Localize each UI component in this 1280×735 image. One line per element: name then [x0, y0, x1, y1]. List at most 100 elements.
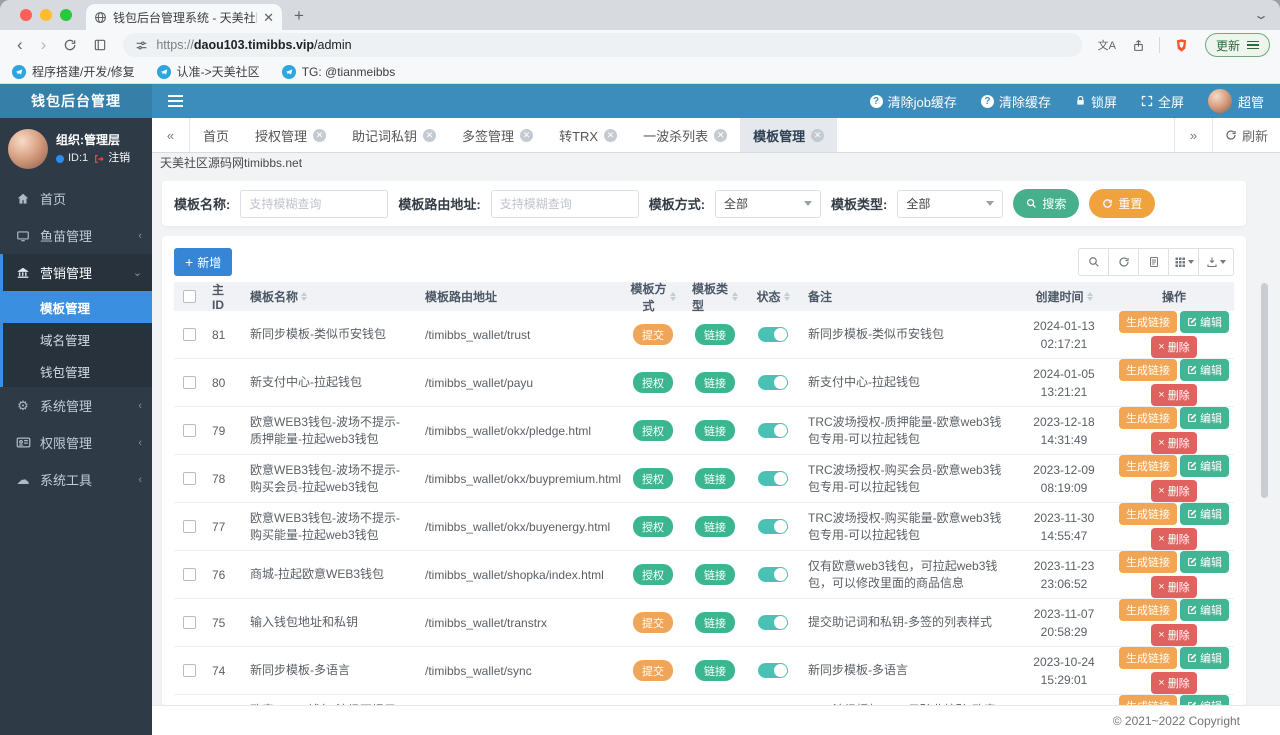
sidebar-item-template-mgmt[interactable]: 模板管理	[3, 291, 152, 323]
logout-link[interactable]: 注销	[108, 150, 130, 168]
page-tab[interactable]: 授权管理 ✕	[242, 118, 339, 152]
status-toggle[interactable]	[758, 663, 788, 678]
table-columns-button[interactable]	[1168, 248, 1199, 276]
site-settings-icon[interactable]	[135, 39, 148, 52]
row-checkbox[interactable]	[182, 664, 196, 677]
tab-close-icon[interactable]: ✕	[423, 128, 437, 142]
edit-button[interactable]: 编辑	[1180, 407, 1229, 429]
tab-close-icon[interactable]: ✕	[263, 11, 274, 24]
tabs-scroll-right-button[interactable]: »	[1173, 118, 1212, 152]
page-tab[interactable]: 助记词私钥 ✕	[339, 118, 449, 152]
col-route[interactable]: 模板路由地址	[417, 288, 622, 305]
page-tab-home[interactable]: 首页	[190, 118, 242, 152]
share-icon[interactable]	[1126, 39, 1151, 52]
lock-screen-button[interactable]: 锁屏	[1075, 92, 1117, 111]
edit-button[interactable]: 编辑	[1180, 647, 1229, 669]
zoom-window-button[interactable]	[60, 9, 72, 21]
row-checkbox[interactable]	[182, 616, 196, 629]
status-toggle[interactable]	[758, 567, 788, 582]
generate-link-button[interactable]: 生成链接	[1119, 551, 1177, 573]
template-name-input[interactable]	[240, 189, 389, 218]
col-type[interactable]: 模板类型	[684, 280, 746, 314]
delete-button[interactable]: × 删除	[1151, 672, 1197, 694]
delete-button[interactable]: × 删除	[1151, 432, 1197, 454]
table-refresh-button[interactable]	[1108, 248, 1139, 276]
tab-close-icon[interactable]: ✕	[811, 128, 825, 142]
row-checkbox[interactable]	[182, 328, 196, 341]
reload-button[interactable]	[57, 38, 83, 52]
row-checkbox[interactable]	[182, 472, 196, 485]
edit-button[interactable]: 编辑	[1180, 359, 1229, 381]
browser-tab[interactable]: 钱包后台管理系统 - 天美社区源 ✕	[86, 4, 282, 30]
tabs-scroll-left-button[interactable]: «	[152, 118, 190, 152]
edit-button[interactable]: 编辑	[1180, 599, 1229, 621]
reading-list-icon[interactable]	[87, 38, 113, 52]
bookmark-item[interactable]: TG: @tianmeibbs	[281, 64, 395, 79]
clear-job-cache-button[interactable]: ? 清除job缓存	[869, 92, 957, 111]
fullscreen-button[interactable]: 全屏	[1141, 92, 1184, 111]
page-tab[interactable]: 转TRX ✕	[546, 118, 630, 152]
delete-button[interactable]: × 删除	[1151, 336, 1197, 358]
sidebar-item-wallet-mgmt[interactable]: 钱包管理	[3, 355, 152, 387]
sort-icon[interactable]	[732, 292, 738, 301]
edit-button[interactable]: 编辑	[1180, 695, 1229, 705]
edit-button[interactable]: 编辑	[1180, 311, 1229, 333]
delete-button[interactable]: × 删除	[1151, 576, 1197, 598]
generate-link-button[interactable]: 生成链接	[1119, 359, 1177, 381]
row-checkbox[interactable]	[182, 424, 196, 437]
template-type-select[interactable]: 全部	[897, 189, 1004, 218]
table-view-button[interactable]	[1138, 248, 1169, 276]
sidebar-item-home[interactable]: 首页	[0, 180, 152, 217]
generate-link-button[interactable]: 生成链接	[1119, 407, 1177, 429]
edit-button[interactable]: 编辑	[1180, 455, 1229, 477]
address-bar[interactable]: https://daou103.timibbs.vip/admin	[123, 33, 1082, 57]
back-button[interactable]: ‹	[10, 32, 30, 58]
delete-button[interactable]: × 删除	[1151, 528, 1197, 550]
tab-close-icon[interactable]: ✕	[604, 128, 618, 142]
generate-link-button[interactable]: 生成链接	[1119, 311, 1177, 333]
generate-link-button[interactable]: 生成链接	[1119, 455, 1177, 477]
refresh-tab-button[interactable]: 刷新	[1211, 118, 1280, 152]
generate-link-button[interactable]: 生成链接	[1119, 647, 1177, 669]
forward-button[interactable]: ›	[34, 32, 54, 58]
generate-link-button[interactable]: 生成链接	[1119, 695, 1177, 705]
select-all-checkbox[interactable]	[182, 290, 196, 303]
new-tab-button[interactable]: +	[282, 6, 316, 30]
sidebar-item-tools[interactable]: ☁ 系统工具 ‹	[0, 461, 152, 498]
edit-button[interactable]: 编辑	[1180, 551, 1229, 573]
reset-button[interactable]: 重置	[1089, 189, 1156, 218]
delete-button[interactable]: × 删除	[1151, 480, 1197, 502]
delete-button[interactable]: × 删除	[1151, 384, 1197, 406]
row-checkbox[interactable]	[182, 376, 196, 389]
search-button[interactable]: 搜索	[1013, 189, 1080, 218]
edit-button[interactable]: 编辑	[1180, 503, 1229, 525]
sidebar-item-permission[interactable]: 权限管理 ‹	[0, 424, 152, 461]
status-toggle[interactable]	[758, 375, 788, 390]
browser-update-button[interactable]: 更新	[1204, 33, 1270, 57]
status-toggle[interactable]	[758, 615, 788, 630]
sort-icon[interactable]	[670, 292, 676, 301]
col-name[interactable]: 模板名称	[242, 288, 417, 305]
window-menu-chevron-icon[interactable]: ⌄	[1253, 8, 1269, 22]
page-tab-active[interactable]: 模板管理 ✕	[740, 118, 838, 152]
delete-button[interactable]: × 删除	[1151, 624, 1197, 646]
page-tab[interactable]: 一波杀列表 ✕	[630, 118, 740, 152]
page-tab[interactable]: 多签管理 ✕	[449, 118, 546, 152]
sort-icon[interactable]	[1086, 292, 1093, 301]
status-toggle[interactable]	[758, 471, 788, 486]
translate-icon[interactable]: 文A	[1092, 37, 1122, 53]
bookmark-item[interactable]: 程序搭建/开发/修复	[12, 63, 135, 80]
tab-close-icon[interactable]: ✕	[520, 128, 534, 142]
close-window-button[interactable]	[20, 9, 32, 21]
table-export-button[interactable]	[1198, 248, 1234, 276]
user-menu[interactable]: 超管	[1207, 89, 1264, 113]
scrollbar-thumb[interactable]	[1261, 283, 1268, 498]
sidebar-item-fish[interactable]: 鱼苗管理 ‹	[0, 217, 152, 254]
col-time[interactable]: 创建时间	[1014, 288, 1114, 305]
sidebar-item-marketing[interactable]: 营销管理 ⌄	[3, 254, 152, 291]
sidebar-item-domain-mgmt[interactable]: 域名管理	[3, 323, 152, 355]
sidebar-toggle-button[interactable]	[152, 84, 198, 118]
bookmark-item[interactable]: 认准->天美社区	[156, 63, 260, 80]
table-search-button[interactable]	[1078, 248, 1109, 276]
row-checkbox[interactable]	[182, 568, 196, 581]
